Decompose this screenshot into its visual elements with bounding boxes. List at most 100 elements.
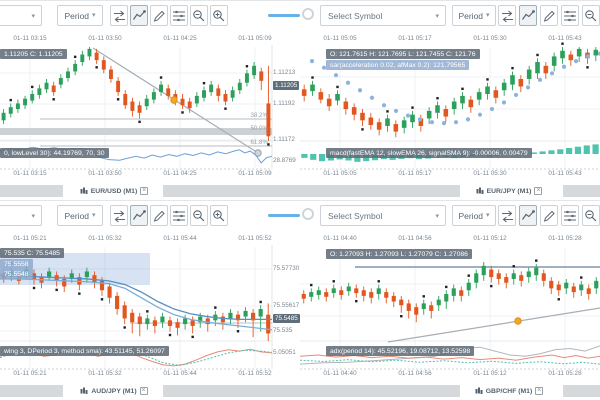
- zoom-out-icon-button[interactable]: [190, 5, 208, 26]
- line-chart-icon-button[interactable]: [519, 5, 537, 26]
- bottom-scrollbar[interactable]: EUR/JPY (M1) ×: [300, 185, 600, 197]
- scrollbar-block[interactable]: [300, 185, 460, 197]
- line-chart-icon: [132, 9, 146, 23]
- swap-icon-button[interactable]: [498, 5, 516, 26]
- time-axis-label: 01-11 04:56: [386, 370, 444, 377]
- price-axis-label: 28.8769: [273, 157, 296, 164]
- pencil-icon: [152, 209, 166, 223]
- price-axis-label: 75.57730: [273, 265, 299, 272]
- zoom-out-icon: [192, 9, 206, 23]
- line-chart-icon: [132, 209, 146, 223]
- chart-tab[interactable]: AUD/JPY (M1) ×: [78, 385, 150, 397]
- time-axis-label: 01-11 03:50: [76, 170, 134, 177]
- price-axis-label: 1.11213: [273, 69, 295, 76]
- swap-icon-button[interactable]: [498, 205, 516, 226]
- symbol-select[interactable]: Select Symbol▾: [320, 205, 446, 226]
- swap-icon: [112, 9, 126, 23]
- time-axis-label: 01-11 05:32: [76, 370, 134, 377]
- period-label: Period: [64, 11, 89, 21]
- scrollbar-block[interactable]: [300, 385, 460, 397]
- period-select[interactable]: Period▾: [452, 205, 496, 226]
- swap-icon-button[interactable]: [110, 205, 128, 226]
- scrollbar-block[interactable]: [0, 385, 63, 397]
- levels-icon: [172, 209, 186, 223]
- pencil-icon-button[interactable]: [540, 5, 558, 26]
- scrollbar-block[interactable]: [563, 385, 600, 397]
- pencil-icon-button[interactable]: [150, 5, 168, 26]
- line-chart-icon-button[interactable]: [519, 205, 537, 226]
- close-icon[interactable]: ×: [140, 187, 148, 195]
- swap-icon-button[interactable]: [110, 5, 128, 26]
- symbol-select[interactable]: Select Symbol▾: [320, 5, 446, 26]
- levels-icon-button[interactable]: [170, 205, 188, 226]
- time-axis-label: 01-11 05:43: [536, 35, 594, 42]
- levels-icon: [563, 209, 577, 223]
- zoom-slider[interactable]: [268, 214, 300, 217]
- scrollbar-block[interactable]: [163, 385, 300, 397]
- pencil-icon-button[interactable]: [150, 205, 168, 226]
- levels-icon-button[interactable]: [561, 205, 579, 226]
- bottom-scrollbar[interactable]: AUD/JPY (M1) ×: [0, 385, 300, 397]
- levels-icon-button[interactable]: [170, 5, 188, 26]
- scrollbar-block[interactable]: [163, 185, 300, 197]
- chart-tab[interactable]: EUR/JPY (M1) ×: [472, 185, 546, 197]
- symbol-select[interactable]: ▾: [0, 5, 42, 26]
- period-label: Period: [458, 11, 483, 21]
- chart-panel-eurjpy: Select Symbol▾ Period▾ EUR/JPY (M1) × 01…: [300, 0, 600, 200]
- period-select[interactable]: Period▾: [452, 5, 496, 26]
- zoom-out-icon: [584, 9, 598, 23]
- chevron-down-icon: ▾: [92, 12, 96, 19]
- chart-panel-audjpy: ▾ Period▾ AUD/JPY (M1) × 01-11 05:2101-1…: [0, 200, 300, 400]
- line-chart-icon-button[interactable]: [130, 205, 148, 226]
- levels-icon-button[interactable]: [561, 5, 579, 26]
- zoom-slider-handle[interactable]: [302, 208, 314, 220]
- chart-tab[interactable]: GBP/CHF (M1) ×: [472, 385, 546, 397]
- time-axis-label: 01-11 03:50: [76, 35, 134, 42]
- time-axis-label: 01-11 05:30: [461, 170, 519, 177]
- chevron-down-icon: ▾: [92, 212, 96, 219]
- symbol-select[interactable]: ▾: [0, 205, 42, 226]
- time-axis-label: 01-11 05:05: [311, 35, 369, 42]
- close-icon[interactable]: ×: [140, 387, 148, 395]
- zoom-in-icon-button[interactable]: [210, 5, 228, 26]
- line-chart-icon-button[interactable]: [130, 5, 148, 26]
- time-axis-label: 01-11 05:28: [536, 370, 594, 377]
- zoom-in-icon: [212, 9, 226, 23]
- chart-tab[interactable]: EUR/USD (M1) ×: [78, 185, 150, 197]
- period-select[interactable]: Period▾: [57, 205, 103, 226]
- time-axis-label: 01-11 05:17: [386, 35, 444, 42]
- zoom-slider[interactable]: [268, 14, 300, 17]
- pencil-icon: [542, 209, 556, 223]
- ohlc-info-label: 75.535 C: 75.5485: [0, 248, 64, 258]
- line-chart-icon: [521, 9, 535, 23]
- fib-level-label: 61.8%: [228, 139, 268, 146]
- chart-toolbar: ▾ Period▾: [0, 201, 300, 231]
- scrollbar-block[interactable]: [0, 185, 63, 197]
- close-icon[interactable]: ×: [535, 387, 543, 395]
- indicator-info-label: 75.5548: [0, 269, 33, 279]
- chart-toolbar: ▾ Period▾: [0, 1, 300, 31]
- period-select[interactable]: Period▾: [57, 5, 103, 26]
- ohlc-info-label: wing 3, DPeriod 3, method sma): 43.51145…: [0, 346, 169, 356]
- candlestick-icon: [475, 387, 483, 395]
- time-axis-label: 01-11 03:15: [1, 35, 59, 42]
- fib-level-label: 38.2%: [228, 112, 268, 119]
- zoom-out-icon-button[interactable]: [582, 205, 600, 226]
- chart-toolbar: Select Symbol▾ Period▾: [300, 1, 600, 31]
- zoom-out-icon-button[interactable]: [190, 205, 208, 226]
- bottom-scrollbar[interactable]: GBP/CHF (M1) ×: [300, 385, 600, 397]
- current-price-label: 1.11205: [273, 81, 299, 90]
- zoom-out-icon-button[interactable]: [582, 5, 600, 26]
- zoom-slider-handle[interactable]: [302, 8, 314, 20]
- chart-workspace: ▾ Period▾ EUR/USD (M1) × 01-11 03:1501-1…: [0, 0, 600, 400]
- bottom-scrollbar[interactable]: EUR/USD (M1) ×: [0, 185, 300, 197]
- time-axis-label: 01-11 05:32: [76, 235, 134, 242]
- chevron-down-icon: ▾: [435, 213, 439, 220]
- scrollbar-block[interactable]: [563, 185, 600, 197]
- price-axis-label: 1.11172: [273, 136, 295, 143]
- pencil-icon-button[interactable]: [540, 205, 558, 226]
- levels-icon: [172, 9, 186, 23]
- close-icon[interactable]: ×: [534, 187, 542, 195]
- fib-level-label: 50.0%: [228, 125, 268, 132]
- zoom-in-icon-button[interactable]: [210, 205, 228, 226]
